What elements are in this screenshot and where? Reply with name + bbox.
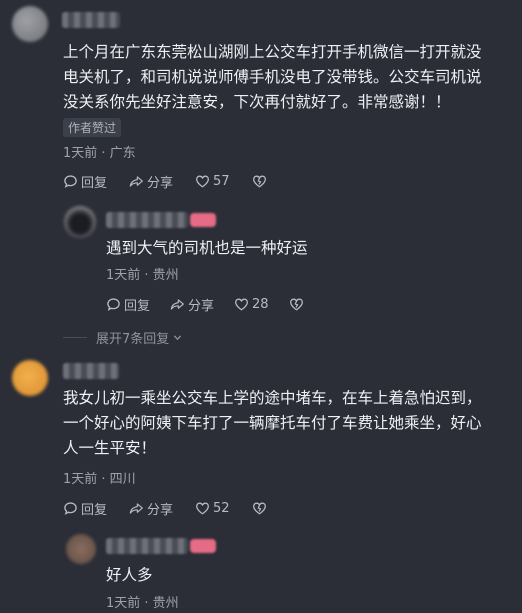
like-count: 57 [213, 174, 230, 189]
share-arrow-icon [170, 299, 184, 310]
expand-replies-label: 展开7条回复 [96, 332, 170, 347]
avatar[interactable] [64, 206, 96, 238]
like-count: 28 [252, 297, 269, 312]
chevron-down-icon [174, 335, 182, 341]
username[interactable] [62, 12, 120, 28]
heart-icon [196, 502, 210, 515]
username[interactable] [106, 212, 188, 228]
username[interactable] [63, 363, 119, 379]
comment-text: 我女儿初一乘坐公交车上学的途中堵车，在车上着急怕迟到， 一个好心的阿姨下车打了一… [63, 386, 518, 461]
heart-icon [196, 175, 210, 188]
author-badge [190, 539, 216, 553]
avatar[interactable] [66, 534, 96, 564]
dislike-button[interactable] [289, 295, 304, 314]
comment-meta: 1天前 · 贵州 [106, 596, 179, 611]
share-label: 分享 [188, 299, 215, 314]
author-liked-badge: 作者赞过 [63, 118, 122, 137]
share-arrow-icon [129, 503, 143, 514]
share-button[interactable]: 分享 [129, 172, 173, 191]
comment-actions: 回复 分享 28 [106, 295, 304, 314]
share-label: 分享 [147, 503, 174, 518]
avatar[interactable] [12, 6, 48, 42]
comment-meta: 1天前 · 贵州 [106, 268, 179, 283]
comment-meta: 1天前 · 四川 [63, 472, 136, 487]
reply-bubble-icon [107, 298, 120, 311]
like-button[interactable]: 28 [234, 295, 269, 314]
expand-replies-button[interactable]: 展开7条回复 [96, 328, 183, 347]
share-arrow-icon [129, 176, 143, 187]
like-count: 52 [213, 501, 230, 516]
comment-text: 好人多 [106, 566, 153, 584]
comment-line: 一个好心的阿姨下车打了一辆摩托车付了车费让她乘坐，好心 [63, 414, 482, 432]
comment-text: 上个月在广东东莞松山湖刚上公交车打开手机微信一打开就没 电关机了，和司机说说师傅… [63, 40, 518, 115]
comment-line: 我女儿初一乘坐公交车上学的途中堵车，在车上着急怕迟到， [63, 389, 482, 407]
avatar[interactable] [12, 360, 48, 396]
share-button[interactable]: 分享 [129, 499, 173, 518]
reply-label: 回复 [81, 503, 108, 518]
share-button[interactable]: 分享 [170, 295, 214, 314]
dislike-heart-icon [252, 502, 266, 515]
like-button[interactable]: 52 [195, 499, 230, 518]
comment-line: 人一生平安！ [63, 439, 157, 457]
username[interactable] [106, 538, 188, 554]
reply-label: 回复 [124, 299, 151, 314]
comment-actions: 回复 分享 57 [63, 172, 267, 191]
expand-divider [63, 337, 87, 338]
share-label: 分享 [147, 176, 174, 191]
heart-icon [235, 298, 249, 311]
comment-actions: 回复 分享 52 [63, 499, 267, 518]
dislike-heart-icon [289, 298, 303, 311]
dislike-button[interactable] [252, 172, 267, 191]
comment-text: 遇到大气的司机也是一种好运 [106, 239, 308, 257]
reply-button[interactable]: 回复 [106, 295, 150, 314]
reply-button[interactable]: 回复 [63, 499, 107, 518]
reply-label: 回复 [81, 176, 108, 191]
comment-line: 电关机了，和司机说说师傅手机没电了没带钱。公交车司机说 [63, 68, 482, 86]
comment-meta: 1天前 · 广东 [63, 146, 136, 161]
comment-line: 没关系你先坐好注意安，下次再付就好了。非常感谢！！ [63, 93, 451, 111]
dislike-heart-icon [252, 175, 266, 188]
reply-bubble-icon [64, 502, 77, 515]
reply-button[interactable]: 回复 [63, 172, 107, 191]
reply-bubble-icon [64, 175, 77, 188]
like-button[interactable]: 57 [195, 172, 230, 191]
comment-line: 上个月在广东东莞松山湖刚上公交车打开手机微信一打开就没 [63, 43, 482, 61]
dislike-button[interactable] [252, 499, 267, 518]
author-badge [190, 213, 216, 227]
